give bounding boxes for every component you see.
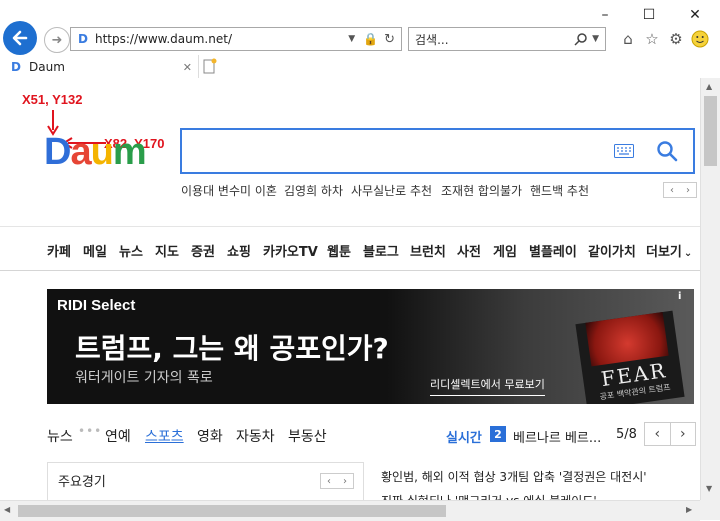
address-url[interactable]: https://www.daum.net/ bbox=[95, 32, 348, 46]
browser-search-bar[interactable]: 검색... ▼ bbox=[408, 27, 606, 51]
nav-item-more[interactable]: 더보기 ⌄ bbox=[646, 241, 692, 260]
nav-item-mail[interactable]: 메일 bbox=[83, 241, 107, 260]
refresh-icon[interactable]: ↻ bbox=[384, 32, 395, 47]
tab-movies[interactable]: 영화 bbox=[197, 426, 223, 446]
tab-realestate[interactable]: 부동산 bbox=[288, 426, 327, 446]
tab-news[interactable]: 뉴스 bbox=[47, 426, 73, 446]
maximize-button[interactable]: ☐ bbox=[634, 2, 664, 28]
realtime-pager[interactable]: ‹ › bbox=[644, 422, 696, 446]
annotation-label-1: X51, Y132 bbox=[22, 92, 83, 107]
nav-more-label: 더보기 bbox=[646, 245, 682, 260]
divider bbox=[0, 226, 700, 227]
nav-item-game[interactable]: 게임 bbox=[493, 241, 517, 260]
games-pager[interactable]: ‹ › bbox=[320, 473, 354, 489]
major-games-panel: 주요경기 ‹ › bbox=[47, 462, 364, 500]
scroll-up-icon[interactable]: ▲ bbox=[706, 82, 712, 91]
banner-headline: 트럼프, 그는 왜 공포인가? bbox=[75, 332, 389, 365]
page-content: X51, Y132 X82, Y170 Daum 이용대 변수미 이혼 김영희 … bbox=[0, 78, 700, 500]
chevron-down-icon[interactable]: ▼ bbox=[348, 34, 355, 44]
arrow-right-icon: ➜ bbox=[51, 32, 63, 48]
browser-search-input[interactable]: 검색... bbox=[415, 31, 574, 48]
book-cover: FEAR 공포 백악관의 트럼프 bbox=[575, 310, 685, 404]
minimize-button[interactable]: – bbox=[590, 2, 620, 28]
tab-title: Daum bbox=[29, 60, 65, 74]
nav-item-brunch[interactable]: 브런치 bbox=[410, 241, 446, 260]
browser-chrome: – ☐ ✕ ➜ D https://www.daum.net/ ▼ 🔒 ↻ 검색… bbox=[0, 0, 720, 79]
divider bbox=[0, 270, 700, 271]
ad-banner[interactable]: FEAR 공포 백악관의 트럼프 RIDI Select 트럼프, 그는 왜 공… bbox=[47, 289, 694, 404]
scroll-down-icon[interactable]: ▼ bbox=[706, 484, 712, 493]
chevron-right-icon[interactable]: › bbox=[337, 474, 353, 488]
trending-keyword[interactable]: 사무실난로 추천 bbox=[351, 182, 432, 199]
arrow-left-icon bbox=[12, 30, 28, 46]
daum-search-box[interactable] bbox=[180, 128, 695, 174]
realtime-page: 5/8 bbox=[616, 427, 637, 442]
home-icon[interactable]: ⌂ bbox=[618, 29, 638, 49]
trending-pager[interactable]: ‹ › bbox=[663, 182, 697, 198]
tab-entertainment[interactable]: 연예 bbox=[105, 426, 131, 446]
chevron-left-icon[interactable]: ‹ bbox=[664, 183, 680, 197]
new-tab-icon bbox=[203, 58, 217, 74]
smiley-feedback-icon[interactable] bbox=[690, 29, 710, 49]
nav-item-dictionary[interactable]: 사전 bbox=[457, 241, 481, 260]
favorites-star-icon[interactable]: ☆ bbox=[642, 29, 662, 49]
nav-item-together[interactable]: 같이가치 bbox=[588, 241, 636, 260]
chevron-right-icon[interactable]: › bbox=[680, 183, 696, 197]
back-button[interactable] bbox=[3, 21, 37, 55]
trending-keyword[interactable]: 조재현 합의불가 bbox=[441, 182, 522, 199]
new-tab-button[interactable] bbox=[200, 56, 220, 76]
trending-keyword[interactable]: 김영희 하차 bbox=[284, 182, 343, 199]
chevron-left-icon[interactable]: ‹ bbox=[645, 423, 671, 445]
scrollbar-corner bbox=[700, 500, 720, 520]
lock-icon[interactable]: 🔒 bbox=[363, 32, 378, 46]
realtime-label[interactable]: 실시간 bbox=[446, 427, 482, 446]
headline-item[interactable]: 황인범, 해외 이적 협상 3개팀 압축 '결정권은 대전시' bbox=[381, 468, 647, 485]
daum-logo[interactable]: Daum bbox=[44, 132, 147, 172]
trending-keyword[interactable]: 이용대 변수미 이혼 bbox=[181, 182, 277, 199]
headline-item[interactable]: 진짜 실현되나 '맥그리거 vs 에실 블레이드' bbox=[381, 492, 597, 500]
search-icon[interactable] bbox=[574, 32, 588, 46]
chevron-down-icon[interactable]: ▼ bbox=[592, 34, 599, 44]
tab-sports[interactable]: 스포츠 bbox=[145, 426, 184, 446]
tab-cars[interactable]: 자동차 bbox=[236, 426, 275, 446]
scroll-left-icon[interactable]: ◀ bbox=[4, 505, 10, 514]
realtime-rank-badge: 2 bbox=[490, 426, 506, 442]
banner-cta[interactable]: 리디셀렉트에서 무료보기 bbox=[430, 376, 545, 396]
keyboard-icon[interactable] bbox=[614, 144, 634, 158]
nav-item-map[interactable]: 지도 bbox=[155, 241, 179, 260]
chevron-left-icon[interactable]: ‹ bbox=[321, 474, 337, 488]
chevron-right-icon[interactable]: › bbox=[671, 423, 696, 445]
browser-tab[interactable]: D Daum ✕ bbox=[4, 55, 199, 79]
close-window-button[interactable]: ✕ bbox=[680, 2, 710, 28]
close-tab-icon[interactable]: ✕ bbox=[183, 61, 192, 74]
trending-keyword[interactable]: 핸드백 추천 bbox=[530, 182, 589, 199]
address-bar[interactable]: D https://www.daum.net/ ▼ 🔒 ↻ bbox=[70, 27, 402, 51]
banner-subtitle: 워터게이트 기자의 폭로 bbox=[75, 370, 213, 386]
nav-item-starplay[interactable]: 별플레이 bbox=[529, 241, 577, 260]
ad-info-icon[interactable]: i bbox=[678, 291, 681, 302]
gear-icon[interactable]: ⚙ bbox=[666, 29, 686, 49]
horizontal-scrollbar[interactable]: ◀ ▶ bbox=[0, 500, 700, 521]
search-icon[interactable] bbox=[656, 140, 678, 162]
banner-brand: RIDI Select bbox=[57, 297, 136, 314]
nav-item-cafe[interactable]: 카페 bbox=[47, 241, 71, 260]
vertical-scrollbar[interactable]: ▲ ▼ bbox=[700, 78, 720, 500]
panel-title: 주요경기 bbox=[58, 475, 106, 490]
nav-item-webtoon[interactable]: 웹툰 bbox=[327, 241, 351, 260]
chevron-down-icon: ⌄ bbox=[683, 248, 693, 259]
nav-item-kakaotv[interactable]: 카카오TV bbox=[263, 241, 318, 260]
horizontal-scroll-thumb[interactable] bbox=[18, 505, 446, 517]
nav-item-shopping[interactable]: 쇼핑 bbox=[227, 241, 251, 260]
vertical-scroll-thumb[interactable] bbox=[704, 96, 717, 166]
forward-button[interactable]: ➜ bbox=[44, 27, 70, 53]
scroll-right-icon[interactable]: ▶ bbox=[686, 505, 692, 514]
site-favicon: D bbox=[78, 32, 88, 46]
tab-favicon: D bbox=[11, 60, 21, 74]
nav-item-news[interactable]: 뉴스 bbox=[119, 241, 143, 260]
realtime-keyword[interactable]: 베르나르 베르... bbox=[513, 427, 601, 446]
nav-item-stock[interactable]: 증권 bbox=[191, 241, 215, 260]
dots-icon: ••• bbox=[78, 424, 103, 438]
nav-item-blog[interactable]: 블로그 bbox=[363, 241, 399, 260]
